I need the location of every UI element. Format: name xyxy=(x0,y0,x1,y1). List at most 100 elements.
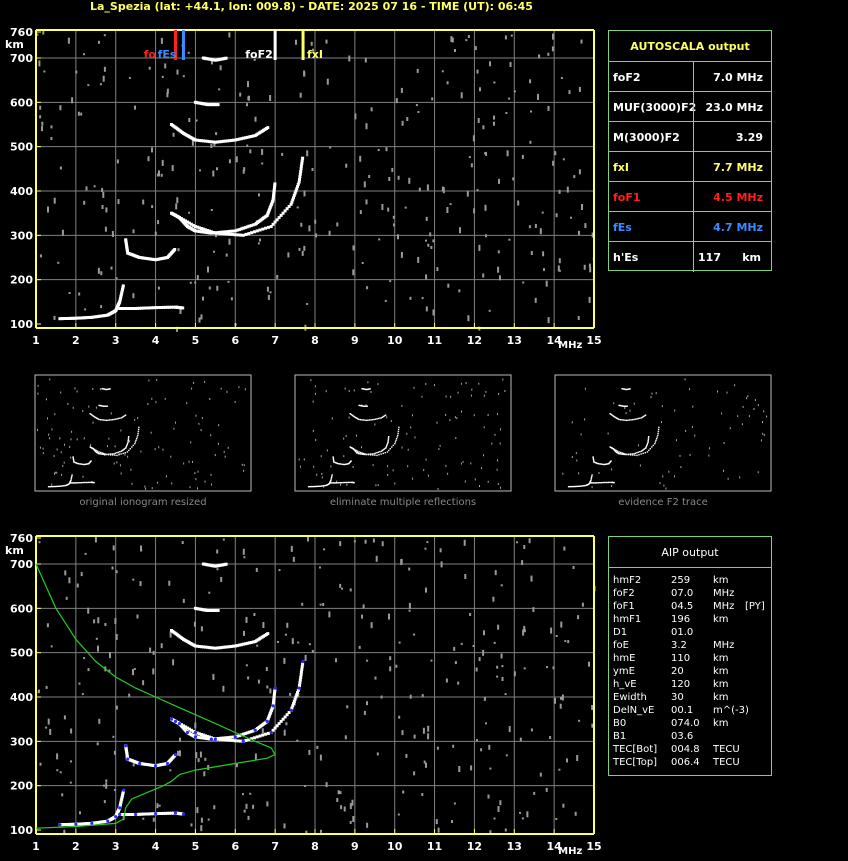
thumbnail-trace xyxy=(354,448,356,451)
fit-point xyxy=(74,822,78,826)
thumbnail-noise xyxy=(124,453,126,456)
noise-dot xyxy=(104,226,107,232)
noise-dot xyxy=(259,238,261,242)
noise-dot xyxy=(562,803,565,808)
noise-dot xyxy=(225,253,228,257)
noise-dot xyxy=(198,317,201,323)
noise-dot xyxy=(212,673,215,680)
noise-dot xyxy=(552,160,555,166)
noise-dot xyxy=(362,604,365,609)
thumbnail-trace xyxy=(323,485,325,487)
thumbnail-trace xyxy=(606,481,608,484)
thumbnail-noise xyxy=(156,378,158,381)
noise-dot xyxy=(319,603,322,606)
noise-dot xyxy=(493,641,496,644)
noise-dot xyxy=(39,115,42,119)
thumbnail-noise xyxy=(766,415,768,418)
thumbnail-trace xyxy=(388,436,390,438)
thumbnail-noise xyxy=(464,480,466,483)
thumbnail-trace xyxy=(70,478,72,480)
noise-dot xyxy=(336,222,339,227)
thumbnail-noise xyxy=(48,433,50,436)
autoscala-row-h-es: km h'Es 117 xyxy=(609,241,771,272)
trace-point xyxy=(219,738,223,742)
thumbnail-noise xyxy=(92,421,94,424)
thumbnail-noise xyxy=(227,446,229,449)
thumbnail-trace xyxy=(353,481,355,484)
noise-dot xyxy=(261,728,264,734)
aip-param-name: hmF1 xyxy=(613,614,642,625)
trace-point xyxy=(239,739,242,743)
x-tick-label: 15 xyxy=(586,334,601,347)
thumbnail-noise xyxy=(370,391,372,393)
thumbnail-noise xyxy=(591,486,593,489)
noise-dot xyxy=(555,213,558,218)
thumbnail-trace xyxy=(322,485,324,487)
noise-dot xyxy=(425,306,428,312)
bottom-ionogram-panel: 760700600500400300200100km1 2 3 4 5 6 7 8 9 10 11 1… xyxy=(5,532,602,857)
noise-dot xyxy=(239,92,242,97)
aip-param-name: Ewidth xyxy=(613,692,647,703)
noise-dot xyxy=(398,641,401,644)
noise-dot xyxy=(349,588,352,592)
autoscala-row-fxi: fxI 7.7 MHz xyxy=(609,151,771,182)
thumbnail-noise xyxy=(42,452,44,455)
noise-dot xyxy=(387,207,390,212)
noise-dot xyxy=(296,206,299,209)
noise-dot xyxy=(458,766,461,772)
thumbnail-noise xyxy=(321,473,323,475)
thumbnail-noise xyxy=(747,395,749,398)
thumbnail-trace xyxy=(95,449,97,452)
noise-dot xyxy=(558,189,561,194)
noise-dot xyxy=(528,538,531,544)
noise-dot xyxy=(79,811,81,815)
noise-dot xyxy=(336,798,339,802)
noise-dot xyxy=(446,207,449,213)
noise-dot xyxy=(413,633,415,636)
noise-dot xyxy=(417,256,420,263)
thumbnail-noise xyxy=(171,482,173,485)
thumbnail-noise xyxy=(434,384,435,387)
thumbnail-noise xyxy=(56,471,58,474)
thumbnail-trace xyxy=(81,463,83,465)
noise-dot xyxy=(105,782,108,789)
thumbnail-trace xyxy=(116,454,118,457)
noise-dot xyxy=(584,223,587,229)
noise-dot xyxy=(449,203,452,206)
autoscala-separator xyxy=(693,92,694,122)
thumbnail-trace xyxy=(52,485,55,488)
noise-dot xyxy=(247,81,249,88)
thumbnail-trace xyxy=(611,447,613,449)
trace-point xyxy=(236,739,240,743)
thumbnail-trace xyxy=(122,452,124,455)
autoscala-row-m-3000-f2: M(3000)F2 3.29 xyxy=(609,121,771,152)
noise-dot xyxy=(370,622,373,629)
fit-point xyxy=(153,811,158,816)
autoscala-unit: km xyxy=(742,250,761,264)
noise-dot xyxy=(164,63,167,69)
thumbnail-trace xyxy=(62,485,64,487)
autoscala-output-table: AUTOSCALA output foF2 7.0 MHz MUF(3000)F2 2… xyxy=(608,30,772,272)
thumbnail-noise xyxy=(375,484,377,487)
noise-dot xyxy=(128,76,131,79)
noise-dot xyxy=(475,667,478,672)
noise-dot xyxy=(523,545,526,549)
noise-dot xyxy=(157,286,160,290)
thumbnail-trace xyxy=(337,482,339,484)
noise-dot xyxy=(65,596,68,600)
thumbnail-trace xyxy=(387,437,390,439)
noise-dot xyxy=(200,626,203,632)
noise-dot xyxy=(200,825,203,832)
thumbnail-noise xyxy=(684,378,686,381)
fit-point xyxy=(165,761,170,766)
x-tick-label: 8 xyxy=(311,334,319,347)
noise-dot xyxy=(80,112,83,116)
thumbnail-noise xyxy=(421,395,423,398)
thumbnail-trace xyxy=(567,486,570,488)
thumbnail-noise xyxy=(439,444,441,447)
thumbnail-trace xyxy=(654,441,657,443)
thumbnail-trace xyxy=(85,481,87,484)
thumbnail-noise xyxy=(679,454,681,457)
thumbnail-noise xyxy=(471,388,473,391)
thumbnail-noise xyxy=(575,452,577,455)
